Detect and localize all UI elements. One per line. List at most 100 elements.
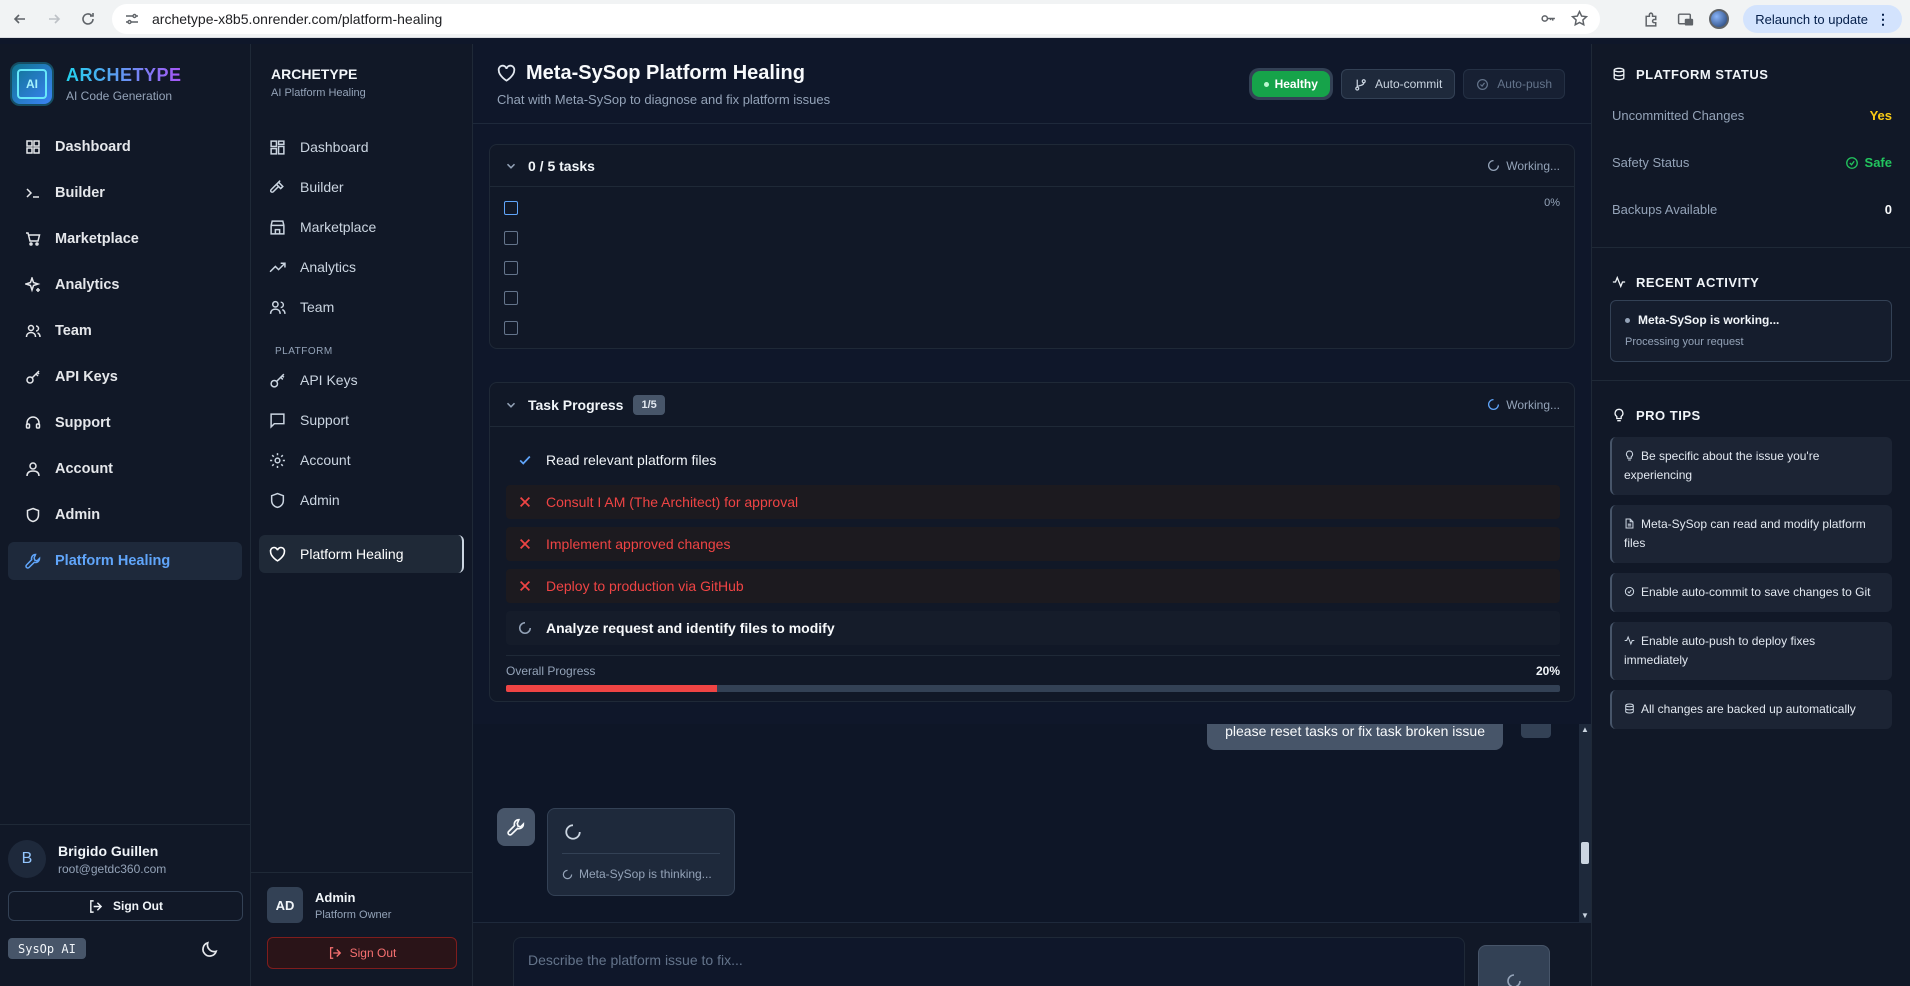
nav-item-support[interactable]: Support <box>259 403 464 437</box>
nav-item-label: Analytics <box>300 259 357 275</box>
sidebar-item-label: Account <box>55 461 113 477</box>
stat-backups-available: Backups Available 0 <box>1592 186 1910 233</box>
sidebar-item-admin[interactable]: Admin <box>8 496 242 534</box>
brand-title: ARCHETYPE <box>66 65 182 85</box>
sidebar-item-label: Builder <box>55 185 105 201</box>
logo-mark: AI <box>17 69 47 99</box>
auto-commit-label: Auto-commit <box>1374 77 1443 91</box>
main-content: Meta-SySop Platform Healing Chat with Me… <box>473 44 1591 986</box>
message-square-icon <box>270 412 285 429</box>
nav-item-analytics[interactable]: Analytics <box>259 250 464 284</box>
extensions-icon[interactable] <box>1641 9 1661 29</box>
grid-icon <box>26 140 40 154</box>
sidebar-item-support[interactable]: Support <box>8 404 242 442</box>
sidebar-item-marketplace[interactable]: Marketplace <box>8 220 242 258</box>
auto-commit-button[interactable]: Auto-commit <box>1340 69 1456 99</box>
sidebar-item-dashboard[interactable]: Dashboard <box>8 128 242 166</box>
nav-item-platform-healing[interactable]: Platform Healing <box>259 535 464 573</box>
shield-icon <box>26 507 40 523</box>
tip-item: Enable auto-push to deploy fixes immedia… <box>1610 622 1892 680</box>
nav-item-admin[interactable]: Admin <box>259 483 464 517</box>
sidebar-item-label: Dashboard <box>55 139 131 155</box>
progress-status: Working... <box>1487 398 1560 412</box>
nav-item-api-keys[interactable]: API Keys <box>259 363 464 397</box>
nav-item-label: API Keys <box>300 372 358 388</box>
media-controls-icon[interactable] <box>1675 9 1695 29</box>
overall-progress-bar <box>506 685 1560 692</box>
nav-item-marketplace[interactable]: Marketplace <box>259 210 464 244</box>
reload-button[interactable] <box>74 5 102 33</box>
issue-input[interactable] <box>513 937 1465 986</box>
bulb-icon <box>1625 450 1634 461</box>
check-circle-icon <box>1624 586 1635 597</box>
x-icon <box>520 497 530 507</box>
key-icon <box>26 370 40 384</box>
page-title: Meta-SySop Platform Healing <box>526 62 805 84</box>
site-settings-icon[interactable] <box>124 11 140 27</box>
cart-icon <box>26 232 41 246</box>
wrench-icon <box>507 818 525 836</box>
sign-out-icon <box>329 947 341 959</box>
task-label: Deploy to production via GitHub <box>546 578 744 594</box>
chat-area: please reset tasks or fix task broken is… <box>473 724 1591 922</box>
sidebar-item-builder[interactable]: Builder <box>8 174 242 212</box>
scroll-down-arrow[interactable]: ▼ <box>1581 912 1589 920</box>
stat-value: Yes <box>1869 108 1892 123</box>
wrench-icon <box>25 553 41 569</box>
forward-button[interactable] <box>40 5 68 33</box>
task-row: Analyze request and identify files to mo… <box>506 611 1560 645</box>
task-checkbox[interactable] <box>504 261 518 275</box>
sidebar-item-analytics[interactable]: Analytics <box>8 266 242 304</box>
nav-item-label: Dashboard <box>300 139 369 155</box>
tasks-card-header[interactable]: 0 / 5 tasks Working... <box>490 145 1574 187</box>
task-checkbox[interactable] <box>504 201 518 215</box>
profile-avatar[interactable] <box>1709 9 1730 29</box>
nav-item-account[interactable]: Account <box>259 443 464 477</box>
sidebar-item-api-keys[interactable]: API Keys <box>8 358 242 396</box>
send-button[interactable] <box>1478 945 1550 986</box>
task-label: Read relevant platform files <box>546 452 717 468</box>
bookmark-star-icon[interactable] <box>1571 10 1588 27</box>
avatar[interactable]: B <box>8 840 46 878</box>
user-name: Brigido Guillen <box>58 842 159 859</box>
sidebar-item-team[interactable]: Team <box>8 312 242 350</box>
scroll-up-arrow[interactable]: ▲ <box>1581 726 1589 734</box>
scroll-thumb[interactable] <box>1581 842 1589 864</box>
task-checkbox[interactable] <box>504 231 518 245</box>
auto-push-button[interactable]: Auto-push <box>1463 69 1565 99</box>
database-icon <box>1613 67 1625 81</box>
check-circle-icon <box>1477 78 1489 90</box>
task-progress-header[interactable]: Task Progress 1/5 Working... <box>490 383 1574 427</box>
avatar[interactable]: AD <box>267 887 303 923</box>
task-checkbox[interactable] <box>504 291 518 305</box>
task-checkbox[interactable] <box>504 321 518 335</box>
admin-sign-out-button[interactable]: Sign Out <box>267 937 457 969</box>
sparkle-icon <box>25 277 41 293</box>
users-icon <box>25 324 41 338</box>
sidebar-item-platform-healing[interactable]: Platform Healing <box>8 542 242 580</box>
sidebar-item-account[interactable]: Account <box>8 450 242 488</box>
check-circle-icon <box>1845 156 1858 169</box>
chevron-down-icon[interactable] <box>504 159 518 173</box>
key-icon <box>270 373 285 388</box>
relaunch-button[interactable]: Relaunch to update ⋮ <box>1743 5 1902 33</box>
brand[interactable]: AI ARCHETYPE AI Code Generation <box>0 44 250 124</box>
page-header: Meta-SySop Platform Healing Chat with Me… <box>473 44 1591 124</box>
chat-scrollbar[interactable]: ▲ ▼ <box>1579 724 1591 922</box>
sign-out-button[interactable]: Sign Out <box>8 891 243 921</box>
sidebar-item-label: Admin <box>55 507 101 523</box>
back-button[interactable] <box>6 5 34 33</box>
sysop-ai-badge[interactable]: SysOp AI <box>8 938 86 959</box>
chevron-down-icon[interactable] <box>504 398 518 412</box>
heart-icon <box>497 64 516 82</box>
password-key-icon[interactable] <box>1540 10 1557 27</box>
task-label: Consult I AM (The Architect) for approva… <box>546 494 799 510</box>
nav-item-team[interactable]: Team <box>259 290 464 324</box>
spinner-icon <box>562 869 573 879</box>
moon-icon[interactable] <box>201 940 219 958</box>
stat-label: Backups Available <box>1612 202 1718 217</box>
nav-item-dashboard[interactable]: Dashboard <box>259 130 464 164</box>
platform-status-heading: PLATFORM STATUS <box>1592 66 1910 82</box>
nav-item-builder[interactable]: Builder <box>259 170 464 204</box>
address-bar[interactable]: archetype-x8b5.onrender.com/platform-hea… <box>112 4 1600 34</box>
